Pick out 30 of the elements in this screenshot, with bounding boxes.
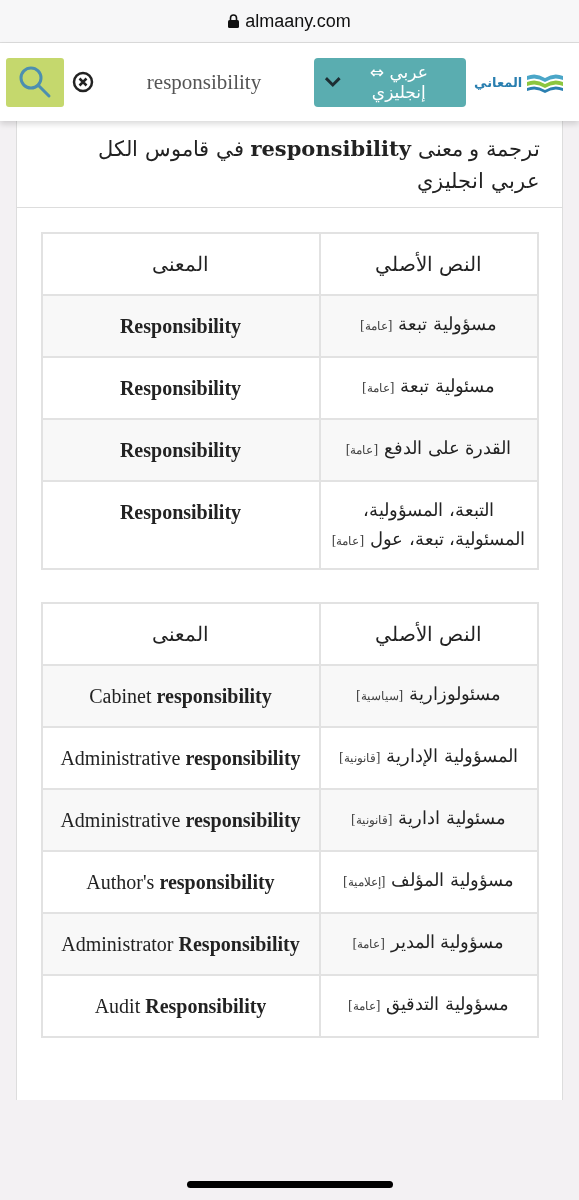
meaning-cell: Cabinet responsibility <box>41 664 320 727</box>
column-header: المعنى <box>41 602 320 665</box>
search-icon <box>17 64 53 100</box>
meaning-cell: Author's responsibility <box>41 850 320 913</box>
original-text-cell: مسؤولية تبعة [عامة] <box>319 295 538 357</box>
search-button[interactable] <box>6 57 64 107</box>
meaning-cell: Administrative responsibility <box>41 788 320 851</box>
original-text-cell: مسؤولية المدير [عامة] <box>319 912 538 975</box>
chevron-down-icon <box>324 76 342 88</box>
url-text[interactable]: almaany.com <box>245 10 351 32</box>
meaning-cell: Administrative responsibility <box>41 726 320 789</box>
original-text-cell: مسؤولية التدقيق [عامة] <box>319 974 538 1037</box>
column-header: النص الأصلي <box>319 233 538 295</box>
original-text-cell: القدرة على الدفع [عامة] <box>319 419 538 481</box>
meaning-cell: Responsibility <box>41 481 320 569</box>
search-field[interactable]: responsibility <box>94 69 314 95</box>
meaning-cell: Responsibility <box>41 419 320 481</box>
clear-icon[interactable] <box>72 71 94 93</box>
original-text-cell: مسؤولية المؤلف [إعلامية] <box>319 850 538 913</box>
original-text-cell: مسئولية ادارية [قانونية] <box>319 788 538 851</box>
column-header: المعنى <box>41 233 320 295</box>
logo-text[interactable]: المعاني <box>474 74 523 90</box>
meaning-cell: Responsibility <box>41 295 320 357</box>
original-text-cell: مسئولوزارية [سياسية] <box>319 664 538 727</box>
original-text-cell: المسؤولية الإدارية [قانونية] <box>319 726 538 789</box>
lock-icon <box>228 14 240 28</box>
original-text-cell: التبعة، المسؤولية، المسئولية، تبعة، عول [عامة] <box>319 481 538 569</box>
meaning-cell: Audit Responsibility <box>41 974 320 1037</box>
meaning-cell: Administrator Responsibility <box>41 912 320 975</box>
column-header: النص الأصلي <box>319 602 538 665</box>
